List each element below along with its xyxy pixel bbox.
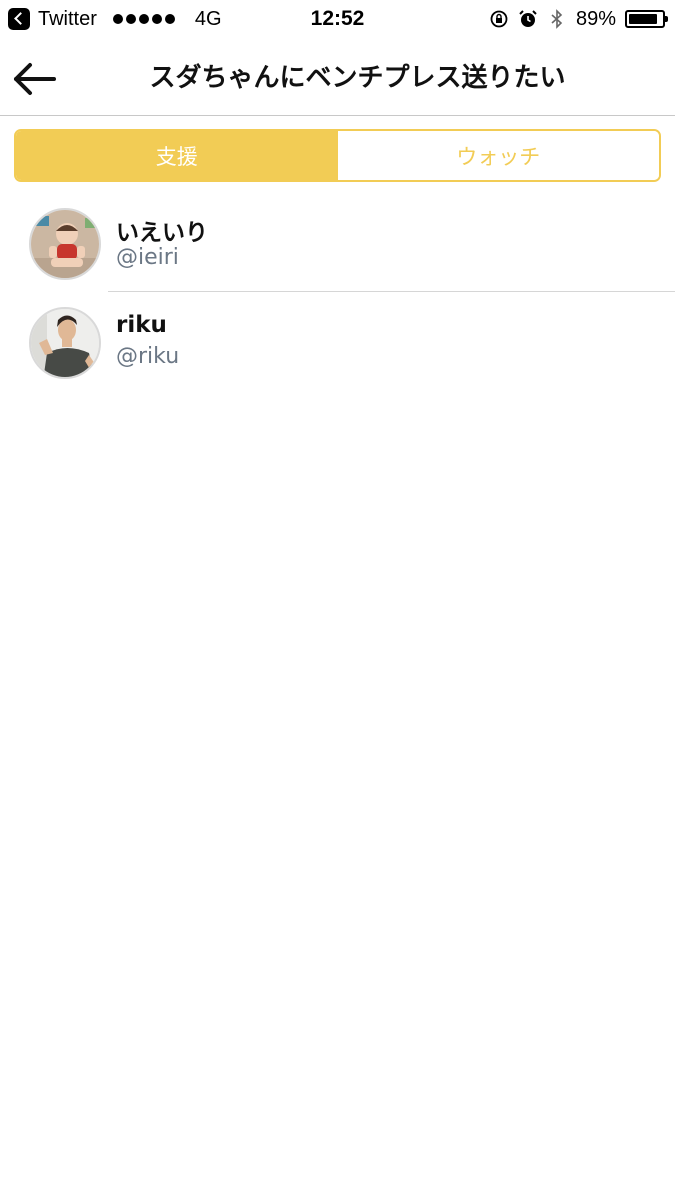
battery-icon bbox=[625, 10, 668, 28]
battery-percent: 89% bbox=[575, 7, 616, 30]
status-right: 89% bbox=[489, 5, 668, 33]
list-item[interactable]: riku @riku bbox=[0, 292, 675, 391]
user-name: riku bbox=[116, 312, 167, 338]
user-name: いえいり bbox=[116, 220, 208, 246]
status-bar: Twitter 4G 12:52 89% bbox=[0, 0, 675, 38]
user-handle: @riku bbox=[116, 344, 180, 369]
alarm-icon bbox=[519, 10, 537, 27]
tab-support[interactable]: 支援 bbox=[16, 131, 338, 180]
back-arrow-icon[interactable] bbox=[12, 58, 58, 98]
battery-level bbox=[629, 14, 658, 24]
avatar[interactable] bbox=[29, 208, 101, 280]
baby-photo-icon bbox=[31, 210, 99, 278]
nav-bar: スダちゃんにベンチプレス送りたい bbox=[0, 38, 675, 116]
list-item[interactable]: いえいり @ieiri bbox=[0, 193, 675, 292]
page-title: スダちゃんにベンチプレス送りたい bbox=[149, 63, 566, 93]
tab-watch[interactable]: ウォッチ bbox=[337, 131, 659, 180]
segmented-tabs: 支援 ウォッチ bbox=[14, 129, 661, 182]
man-photo-icon bbox=[31, 309, 99, 377]
user-list: いえいり @ieiri riku @riku bbox=[0, 193, 675, 391]
rotation-lock-icon bbox=[490, 10, 508, 28]
user-handle: @ieiri bbox=[116, 245, 179, 270]
bluetooth-icon bbox=[551, 9, 563, 29]
avatar[interactable] bbox=[29, 307, 101, 379]
